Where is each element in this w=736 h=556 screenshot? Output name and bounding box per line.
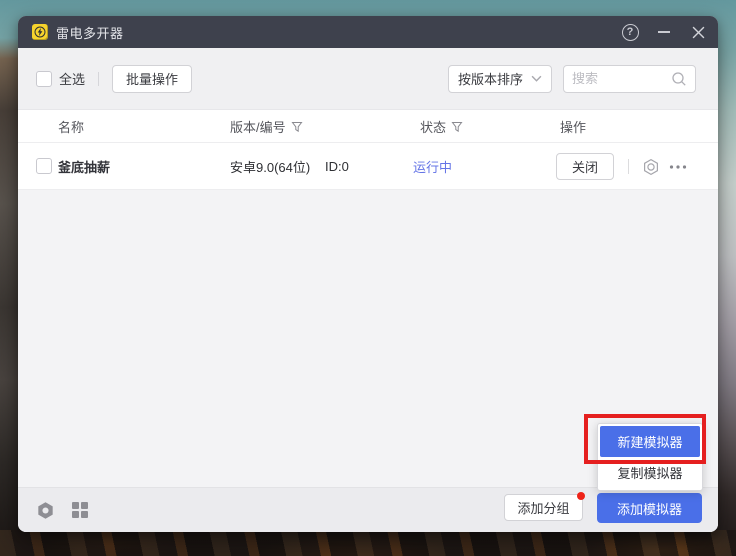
- close-emulator-button[interactable]: 关闭: [556, 153, 614, 180]
- notification-dot: [577, 492, 585, 500]
- add-group-label: 添加分组: [517, 501, 569, 516]
- add-emulator-button[interactable]: 添加模拟器: [597, 493, 702, 523]
- batch-operation-button[interactable]: 批量操作: [112, 65, 192, 93]
- menu-item-copy-emulator[interactable]: 复制模拟器: [600, 457, 700, 488]
- grid-icon: [71, 501, 89, 519]
- column-header-action: 操作: [560, 110, 586, 143]
- chevron-down-icon: [531, 75, 542, 82]
- filter-icon[interactable]: [451, 121, 463, 133]
- column-header-label: 名称: [58, 117, 84, 136]
- column-header-label: 状态: [420, 117, 446, 136]
- row-settings-button[interactable]: [642, 158, 660, 176]
- grid-view-button[interactable]: [71, 501, 90, 520]
- column-header-label: 操作: [560, 117, 586, 136]
- emulator-name: 釜底抽薪: [58, 143, 110, 190]
- close-icon: [692, 26, 705, 39]
- sort-dropdown-value: 按版本排序: [458, 69, 523, 88]
- global-settings-button[interactable]: [36, 501, 55, 520]
- filter-icon[interactable]: [291, 121, 303, 133]
- column-header-name: 名称: [58, 110, 84, 143]
- titlebar-controls: ?: [610, 16, 718, 48]
- add-emulator-popup-menu: 新建模拟器 复制模拟器: [597, 423, 703, 491]
- search-input[interactable]: [572, 71, 671, 86]
- row-divider: [628, 159, 629, 174]
- toolbar-divider: [98, 72, 99, 86]
- table-header: 名称 版本/编号 状态 操作: [18, 110, 718, 143]
- sort-dropdown[interactable]: 按版本排序: [448, 65, 552, 93]
- column-header-version: 版本/编号: [230, 110, 303, 143]
- menu-item-new-emulator[interactable]: 新建模拟器: [600, 426, 700, 457]
- gear-icon: [642, 158, 660, 176]
- gear-filled-icon: [36, 501, 55, 520]
- select-all-label: 全选: [59, 69, 85, 88]
- close-button[interactable]: [684, 16, 712, 48]
- emulator-id: ID:0: [325, 143, 349, 190]
- row-checkbox[interactable]: [36, 158, 52, 174]
- app-logo-icon: [32, 24, 48, 40]
- column-header-status: 状态: [420, 110, 463, 143]
- column-header-label: 版本/编号: [230, 117, 286, 136]
- status-badge: 运行中: [413, 143, 452, 190]
- wallpaper-bottom-rocks: [0, 530, 736, 556]
- window-title: 雷电多开器: [56, 23, 124, 42]
- select-all-checkbox[interactable]: [36, 71, 52, 87]
- toolbar: 全选 批量操作 按版本排序: [18, 48, 718, 110]
- row-more-button[interactable]: [669, 158, 687, 176]
- search-box[interactable]: [563, 65, 696, 93]
- titlebar: 雷电多开器 ?: [18, 16, 718, 48]
- wallpaper-left-rocks: [0, 38, 20, 556]
- add-group-button[interactable]: 添加分组: [504, 494, 583, 521]
- table-row[interactable]: 釜底抽薪 安卓9.0(64位) ID:0 运行中 关闭: [18, 143, 718, 190]
- help-button[interactable]: ?: [616, 16, 644, 48]
- more-icon: [669, 164, 687, 170]
- help-icon: ?: [622, 24, 639, 41]
- search-icon: [671, 71, 687, 87]
- footer-bar: 添加分组 添加模拟器: [18, 487, 718, 532]
- minimize-icon: [658, 31, 670, 33]
- emulator-version: 安卓9.0(64位): [230, 143, 310, 190]
- minimize-button[interactable]: [650, 16, 678, 48]
